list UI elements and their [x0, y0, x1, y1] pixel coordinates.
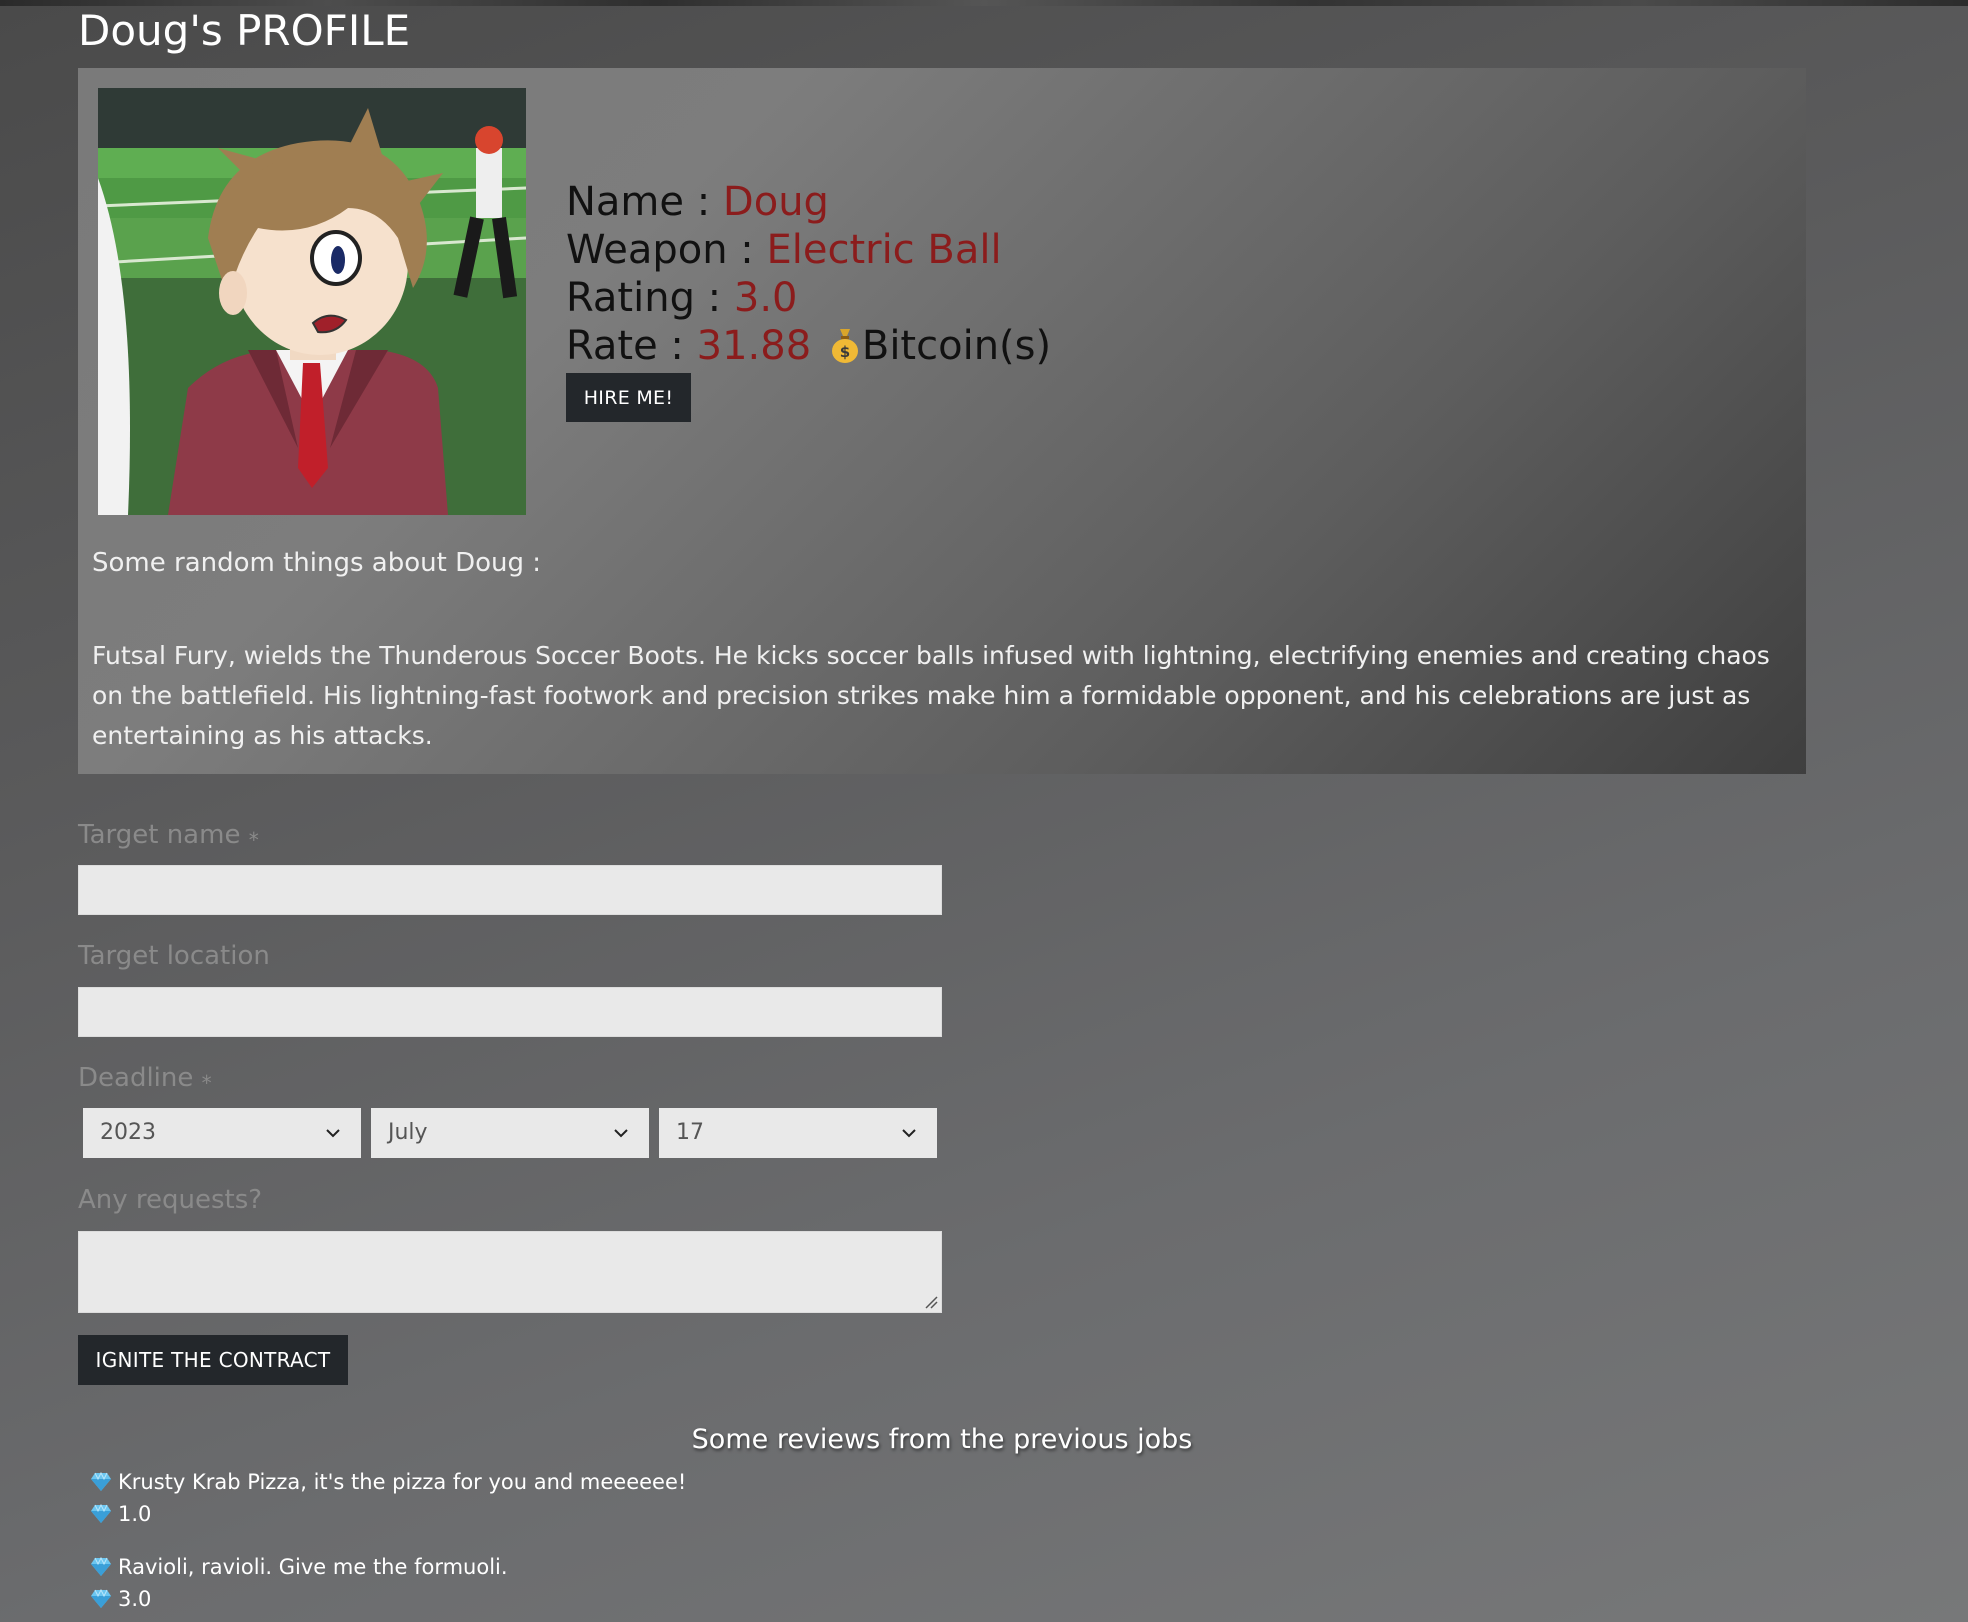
weapon-value: Electric Ball [766, 227, 1002, 273]
deadline-month-select[interactable]: July [371, 1108, 649, 1158]
weapon-label: Weapon : [566, 227, 754, 273]
gem-icon [91, 1504, 111, 1523]
deadline-day-value: 17 [676, 1120, 704, 1145]
profile-avatar [98, 88, 526, 515]
svg-text:$: $ [840, 343, 850, 361]
rate-label: Rate : [566, 323, 684, 369]
ignite-contract-button[interactable]: IGNITE THE CONTRACT [78, 1335, 348, 1385]
money-bag-icon: $ [830, 326, 860, 363]
deadline-day-select[interactable]: 17 [659, 1108, 937, 1158]
chevron-down-icon [902, 1129, 916, 1138]
rating-value: 3.0 [733, 275, 798, 321]
chevron-down-icon [326, 1129, 340, 1138]
review-comment-row: Ravioli, ravioli. Give me the formuoli. [90, 1551, 508, 1583]
gem-icon [91, 1472, 111, 1491]
review-rating-row: 3.0 [90, 1583, 508, 1615]
rating-row: Rating : 3.0 [566, 274, 1051, 322]
profile-card: Name : Doug Weapon : Electric Ball Ratin… [78, 68, 1806, 774]
target-name-label-text: Target name [78, 820, 241, 850]
deadline-year-value: 2023 [100, 1120, 156, 1145]
target-name-label: Target name * [78, 818, 259, 857]
about-heading: Some random things about Doug : [92, 548, 542, 578]
profile-stats: Name : Doug Weapon : Electric Ball Ratin… [566, 178, 1051, 370]
deadline-label: Deadline * [78, 1061, 212, 1100]
resize-handle-icon[interactable] [922, 1293, 938, 1309]
gem-icon [91, 1589, 111, 1608]
gem-icon [91, 1557, 111, 1576]
rate-row: Rate : 31.88 $ Bitcoin(s) [566, 322, 1051, 370]
rating-label: Rating : [566, 275, 722, 321]
target-location-input[interactable] [78, 987, 942, 1037]
rate-value: 31.88 [696, 323, 812, 369]
requests-textarea[interactable] [78, 1231, 942, 1313]
review-rating: 1.0 [118, 1502, 152, 1526]
deadline-month-value: July [388, 1120, 428, 1145]
target-location-label: Target location [78, 941, 270, 971]
weapon-row: Weapon : Electric Ball [566, 226, 1051, 274]
name-label: Name : [566, 179, 711, 225]
review-rating: 3.0 [118, 1587, 152, 1611]
chevron-down-icon [614, 1129, 628, 1138]
target-name-input[interactable] [78, 865, 942, 915]
about-text: Futsal Fury, wields the Thunderous Socce… [92, 641, 1770, 750]
name-value: Doug [722, 179, 829, 225]
review-item: Krusty Krab Pizza, it's the pizza for yo… [90, 1466, 686, 1530]
review-comment: Ravioli, ravioli. Give me the formuoli. [118, 1555, 508, 1579]
required-marker: * [248, 828, 259, 852]
deadline-year-select[interactable]: 2023 [83, 1108, 361, 1158]
name-row: Name : Doug [566, 178, 1051, 226]
required-marker: * [201, 1071, 212, 1095]
requests-label: Any requests? [78, 1185, 263, 1215]
review-comment: Krusty Krab Pizza, it's the pizza for yo… [118, 1470, 687, 1494]
reviews-heading: Some reviews from the previous jobs [691, 1424, 1193, 1455]
review-item: Ravioli, ravioli. Give me the formuoli. … [90, 1551, 508, 1615]
page-title: Doug's PROFILE [78, 6, 411, 55]
review-rating-row: 1.0 [90, 1498, 686, 1530]
hire-me-button[interactable]: HIRE ME! [566, 373, 691, 422]
rate-currency: Bitcoin(s) [861, 323, 1052, 369]
deadline-label-text: Deadline [78, 1063, 194, 1093]
review-comment-row: Krusty Krab Pizza, it's the pizza for yo… [90, 1466, 686, 1498]
